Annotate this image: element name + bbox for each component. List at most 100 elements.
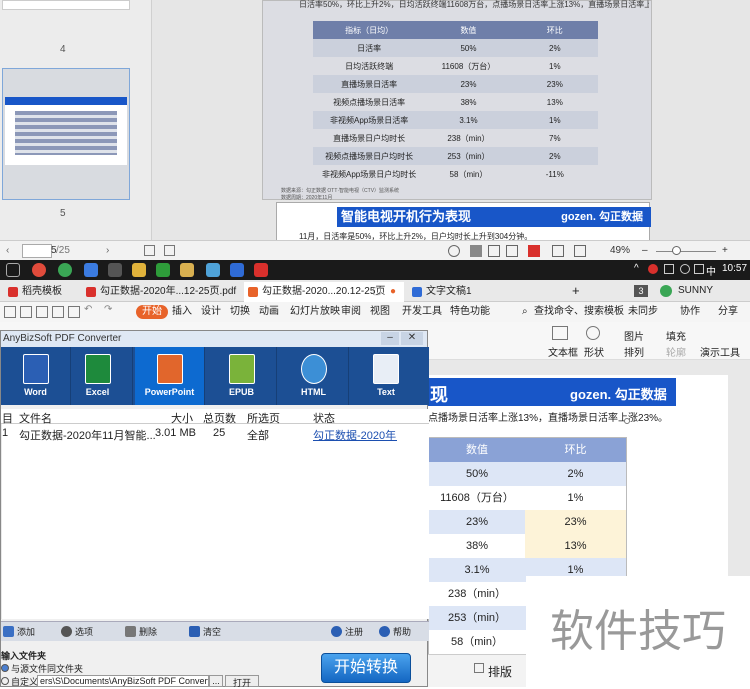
format-epub[interactable]: EPUB [207,347,277,405]
menu-start[interactable]: 开始 [136,305,168,319]
sync-status[interactable]: 未同步 [628,305,658,319]
pdf-icon[interactable] [254,263,268,277]
file-list[interactable] [1,424,429,619]
double-page-icon[interactable] [488,245,500,257]
register-button[interactable]: 注册 [331,625,363,639]
tab-ppt[interactable]: 勾正数据-2020...20.12-25页 ▢ ● [244,282,404,302]
single-page-icon[interactable] [470,245,482,257]
open-folder-button[interactable]: 打开 [225,675,259,688]
ribbon-outline[interactable]: 轮廓 [666,344,686,359]
ribbon-picture[interactable]: 图片 [624,328,644,343]
app-icon[interactable] [156,263,170,277]
ribbon-fill[interactable]: 填充 [666,328,686,343]
page-input[interactable]: 5 [22,244,57,258]
add-page-icon[interactable] [164,245,175,256]
screenshot-icon[interactable] [552,245,564,257]
shape-icon[interactable] [586,326,600,340]
save-icon[interactable] [4,306,16,318]
prev-page-icon[interactable]: ‹ [6,241,9,261]
tab-pdf[interactable]: 勾正数据-2020年...12-25页.pdf [82,282,242,302]
clear-button[interactable]: 清空 [189,625,221,639]
zoom-in-icon[interactable]: + [722,241,728,261]
resize-handle[interactable] [624,418,630,424]
app-icon[interactable] [84,263,98,277]
print-icon[interactable] [36,306,48,318]
menu-features[interactable]: 特色功能 [450,305,490,319]
clock[interactable]: 10:57 [722,263,747,274]
browser-icon[interactable] [58,263,72,277]
format-powerpoint[interactable]: PowerPoint [135,347,205,405]
custom-path-input[interactable]: ers\S\Documents\AnyBizSoft PDF Converter… [37,675,209,687]
menu-review[interactable]: 审阅 [341,305,361,319]
table-row[interactable]: 1 勾正数据-2020年11月智能... 3.01 MB 25 全部 勾正数据-… [1,426,429,443]
format-word[interactable]: Word [1,347,71,405]
ribbon-textbox[interactable]: 文本框 [548,344,578,359]
table-row[interactable]: 11608（万台） 1% [429,486,626,510]
menu-transition[interactable]: 切换 [230,305,250,319]
browse-button[interactable]: ... [209,675,223,687]
ribbon-present-tools[interactable]: 演示工具 [700,344,740,359]
format-text[interactable]: Text [351,347,421,405]
undo-icon[interactable]: ↶ [84,304,92,315]
user-name[interactable]: SUNNY [678,285,713,296]
menu-animation[interactable]: 动画 [259,305,279,319]
battery-icon[interactable] [664,264,674,274]
tab-template[interactable]: 稻壳模板 [4,282,78,302]
eye-icon[interactable] [448,245,460,257]
restore-icon[interactable]: ▢ [372,282,381,302]
start-convert-button[interactable]: 开始转换 [321,653,411,683]
table-row[interactable]: 23% 23% [429,510,626,534]
help-button[interactable]: 帮助 [379,625,411,639]
share-button[interactable]: 分享 [718,305,738,319]
new-tab-button[interactable]: + [572,283,580,298]
thumbnail-panel[interactable]: 4 5 [0,0,152,240]
ime-indicator[interactable]: 中 [706,263,716,278]
add-button[interactable]: 添加 [3,625,35,639]
minimize-button[interactable]: – [381,332,399,345]
table-row[interactable]: 数值 环比 [429,438,626,462]
row-selected[interactable]: 全部 [247,427,269,443]
zoom-slider-thumb[interactable] [672,246,681,255]
app-icon[interactable] [108,263,122,277]
continuous-icon[interactable] [506,245,518,257]
row-status-link[interactable]: 勾正数据-2020年... [313,427,397,443]
fit-page-icon[interactable] [144,245,155,256]
table-row[interactable]: 38% 13% [429,534,626,558]
command-search[interactable]: ⌕ 查找命令、搜索模板 [522,305,624,319]
layout-button[interactable]: 排版 [474,663,512,680]
play-icon[interactable] [528,245,540,257]
zoom-slider[interactable] [656,251,716,252]
ribbon-arrange[interactable]: 排列 [624,344,644,359]
option-custom-folder[interactable]: 自定义 [1,675,38,688]
menu-slideshow[interactable]: 幻灯片放映 [290,305,340,319]
tab-doc[interactable]: 文字文稿1 [408,282,558,302]
thumbnail-page-5[interactable] [2,68,130,200]
options-button[interactable]: 选项 [61,625,93,639]
chrome-icon[interactable] [32,263,46,277]
network-icon[interactable] [680,264,690,274]
table-row[interactable]: 50% 2% [429,462,626,486]
textbox-icon[interactable] [552,326,568,340]
next-page-icon[interactable]: › [106,241,109,261]
folder-icon[interactable] [180,263,194,277]
format-painter-icon[interactable] [68,306,80,318]
menu-devtools[interactable]: 开发工具 [402,305,442,319]
task-view-icon[interactable] [6,263,20,277]
menu-insert[interactable]: 插入 [172,305,192,319]
format-html[interactable]: HTML [279,347,349,405]
redo-icon[interactable]: ↷ [104,304,112,315]
tray-chevron-icon[interactable]: ^ [634,263,639,274]
open-icon[interactable] [20,306,32,318]
avatar[interactable] [660,285,672,297]
wps-icon[interactable] [230,263,244,277]
collab-button[interactable]: 协作 [680,305,700,319]
app-icon[interactable] [132,263,146,277]
menu-design[interactable]: 设计 [201,305,221,319]
delete-button[interactable]: 删除 [125,625,157,639]
volume-icon[interactable] [694,264,704,274]
thumbnail-page-3[interactable] [2,0,130,10]
close-button[interactable]: ✕ [401,332,423,345]
option-same-folder[interactable]: 与源文件同文件夹 [1,662,83,675]
ribbon-shape[interactable]: 形状 [584,344,604,359]
zoom-out-icon[interactable]: – [642,241,648,261]
